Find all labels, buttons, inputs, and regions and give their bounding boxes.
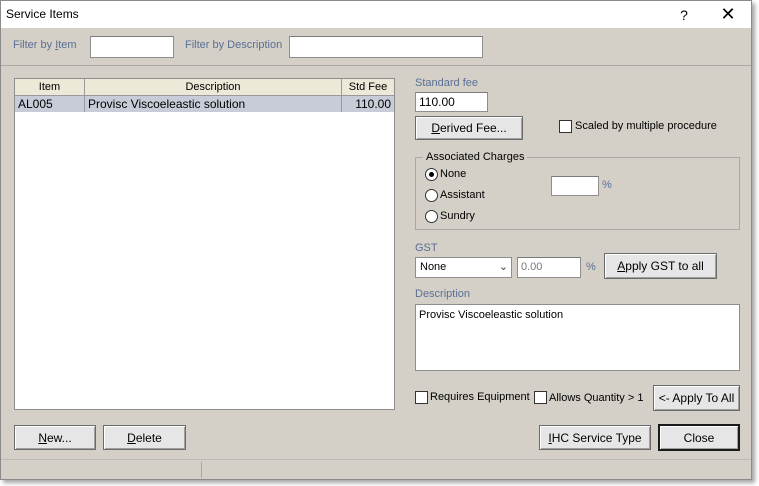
- radio-assistant[interactable]: [425, 189, 438, 202]
- radio-sundry[interactable]: [425, 210, 438, 223]
- gst-select[interactable]: None ⌄: [415, 257, 512, 278]
- close-window-button[interactable]: ✕: [705, 1, 751, 28]
- derived-fee-button[interactable]: Derived Fee...: [415, 116, 523, 140]
- delete-button[interactable]: Delete: [103, 425, 186, 450]
- filter-description-label: Filter by Description: [185, 39, 283, 51]
- status-divider: [201, 462, 202, 478]
- gst-select-value: None: [420, 261, 447, 273]
- radio-assistant-label: Assistant: [440, 189, 485, 201]
- apply-to-all-button[interactable]: <- Apply To All: [653, 385, 740, 411]
- service-items-table[interactable]: Item Description Std Fee AL005 Provisc V…: [14, 78, 395, 410]
- table-row[interactable]: AL005 Provisc Viscoeleastic solution 110…: [15, 96, 394, 112]
- filter-item-label: Filter by Item: [13, 39, 77, 51]
- gst-rate-input[interactable]: 0.00: [517, 257, 581, 278]
- standard-fee-input[interactable]: 110.00: [415, 92, 488, 112]
- cell-description: Provisc Viscoeleastic solution: [85, 96, 342, 112]
- cell-item: AL005: [15, 96, 85, 112]
- requires-equipment-label: Requires Equipment: [430, 391, 530, 403]
- new-button[interactable]: New...: [14, 425, 96, 450]
- apply-gst-to-all-button[interactable]: Apply GST to all: [604, 253, 717, 279]
- column-header-description[interactable]: Description: [85, 79, 342, 96]
- gst-label: GST: [415, 242, 438, 254]
- radio-none-label: None: [440, 168, 467, 180]
- filter-item-input[interactable]: [90, 36, 174, 58]
- close-icon: ✕: [720, 4, 736, 24]
- column-header-item[interactable]: Item: [15, 79, 85, 96]
- help-icon: ?: [680, 6, 688, 23]
- description-textarea[interactable]: Provisc Viscoeleastic solution: [415, 304, 740, 371]
- associated-percent-sign: %: [602, 179, 612, 191]
- status-bar: [1, 459, 751, 479]
- close-button[interactable]: Close: [658, 424, 740, 451]
- cell-std-fee: 110.00: [355, 97, 391, 111]
- table-header: Item Description Std Fee: [15, 79, 394, 96]
- chevron-down-icon: ⌄: [498, 261, 508, 273]
- description-label: Description: [415, 288, 471, 300]
- column-header-std-fee[interactable]: Std Fee: [342, 79, 394, 96]
- radio-sundry-label: Sundry: [440, 210, 475, 222]
- allows-quantity-checkbox[interactable]: [534, 391, 547, 404]
- scaled-label: Scaled by multiple procedure: [575, 120, 717, 132]
- filter-description-input[interactable]: [289, 36, 483, 58]
- scaled-checkbox[interactable]: [559, 120, 572, 133]
- allows-quantity-label: Allows Quantity > 1: [549, 392, 644, 404]
- close-button-label: Close: [683, 430, 715, 445]
- help-button[interactable]: ?: [661, 1, 707, 28]
- standard-fee-label: Standard fee: [415, 77, 478, 89]
- service-items-dialog: Service Items ? ✕ Filter by Item Filter …: [0, 0, 752, 480]
- requires-equipment-checkbox[interactable]: [415, 391, 428, 404]
- window-title: Service Items: [6, 7, 79, 21]
- associated-charges-title: Associated Charges: [423, 151, 528, 163]
- associated-percent-input[interactable]: [551, 176, 599, 196]
- title-bar: Service Items ? ✕: [1, 1, 751, 28]
- radio-none[interactable]: [425, 168, 438, 181]
- apply-to-all-label: <- Apply To All: [658, 391, 735, 405]
- filter-bar: Filter by Item Filter by Description: [1, 28, 751, 66]
- ihc-service-type-button[interactable]: IHC Service Type: [539, 425, 651, 450]
- gst-percent-sign: %: [586, 261, 596, 273]
